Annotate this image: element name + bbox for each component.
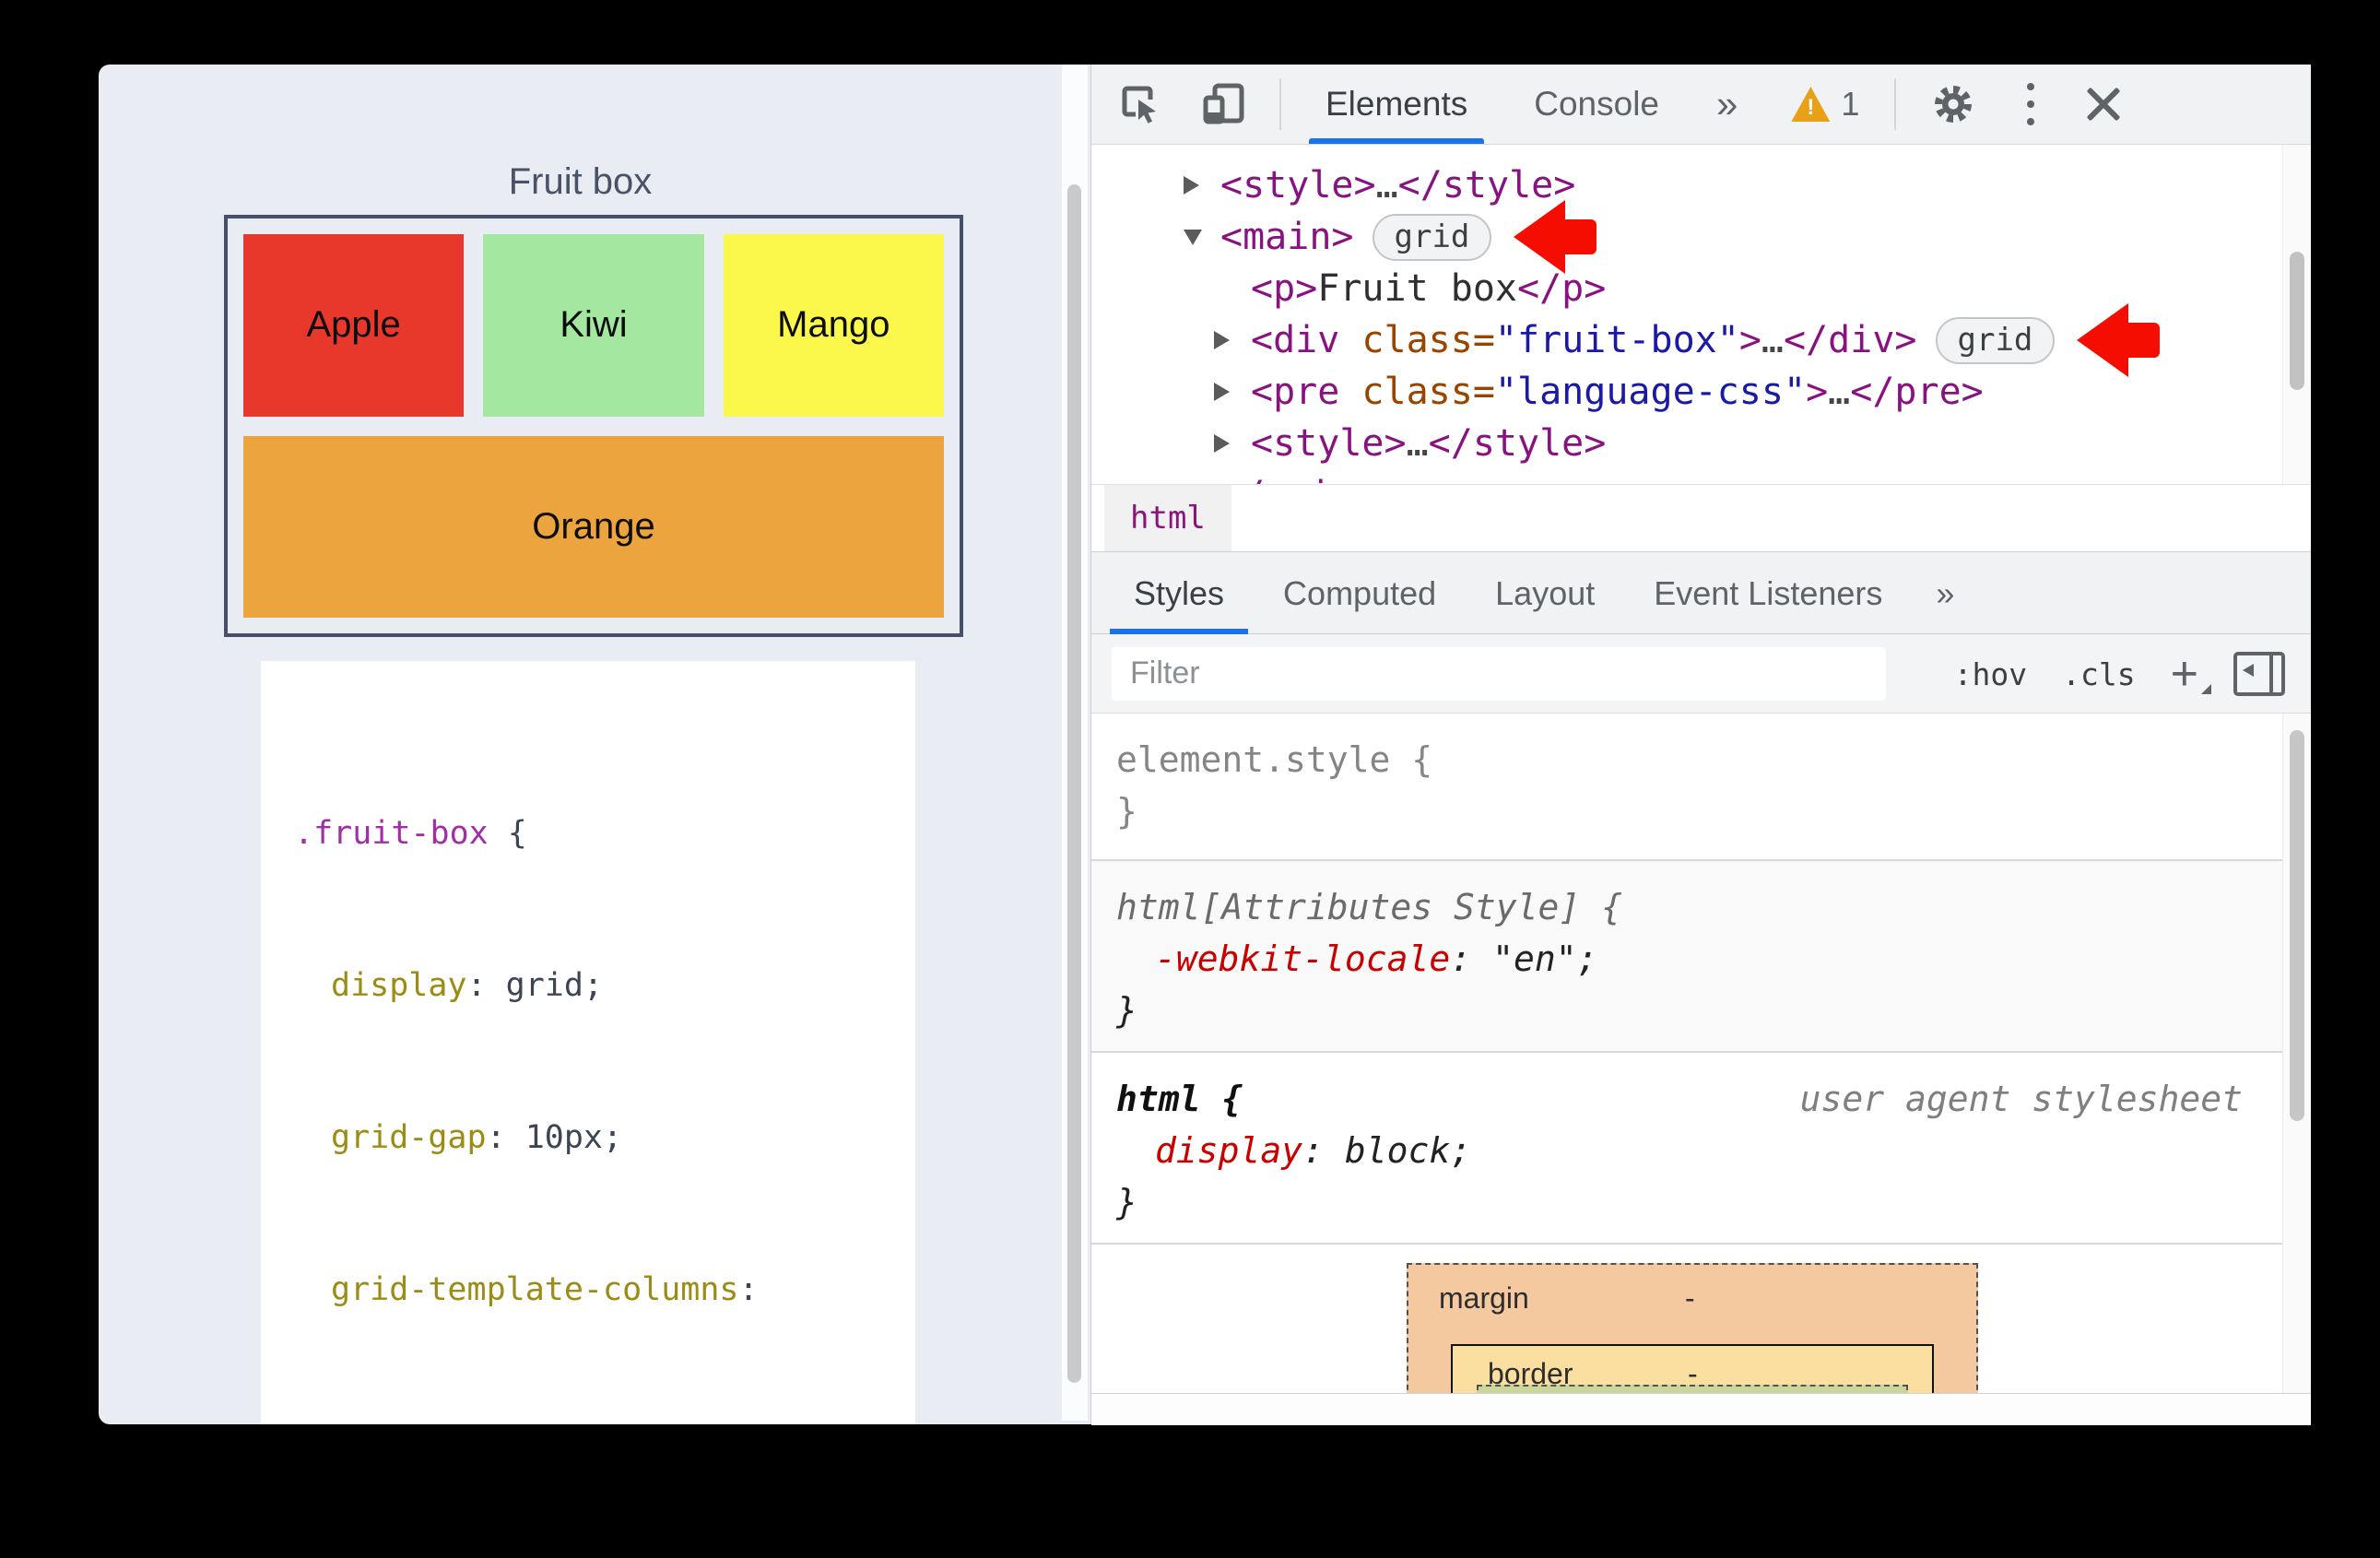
grid-badge-main[interactable]: grid: [1372, 213, 1492, 261]
warning-count: 1: [1841, 85, 1860, 123]
tab-event-listeners[interactable]: Event Listeners: [1648, 552, 1888, 634]
toggle-class-button[interactable]: .cls: [2062, 656, 2135, 692]
rule-attributes-style[interactable]: html[Attributes Style] { -webkit-locale:…: [1091, 861, 2283, 1053]
devtools-panel: Elements Console » ! 1 <style>…</style>: [1090, 65, 2311, 1425]
code-line: .fruit-box {: [294, 815, 527, 852]
dom-node-style-2[interactable]: <style>… </style>: [1091, 418, 2283, 469]
box-model-margin-value[interactable]: -: [1685, 1281, 1695, 1316]
page-scrollbar-thumb[interactable]: [1067, 184, 1081, 1383]
annotation-arrow-fruit-box: [2077, 303, 2161, 377]
code-line: grid-template-columns:: [331, 1271, 759, 1308]
devtools-toolbar: Elements Console » ! 1: [1091, 65, 2311, 145]
code-line: display: grid;: [331, 967, 604, 1004]
annotation-arrow-main: [1514, 200, 1597, 274]
screenshot-stage: Fruit box Apple Kiwi Mango Orange .fruit…: [0, 0, 2380, 1558]
box-model-padding[interactable]: [1477, 1385, 1908, 1393]
warning-badge[interactable]: ! 1: [1791, 85, 1859, 124]
inspect-element-icon[interactable]: [1119, 83, 1161, 125]
new-style-rule-button[interactable]: +: [2171, 650, 2212, 698]
toggle-hover-state-button[interactable]: :hov: [1954, 656, 2027, 692]
css-declaration[interactable]: display: block;: [1116, 1125, 2283, 1176]
sidebar-tabs: Styles Computed Layout Event Listeners »: [1091, 552, 2311, 634]
toolbar-divider: [1894, 78, 1897, 130]
expand-arrow-icon[interactable]: [1184, 176, 1220, 195]
expand-arrow-icon[interactable]: [1214, 434, 1251, 453]
more-sidebar-tabs-icon[interactable]: »: [1930, 552, 1960, 634]
tab-console[interactable]: Console: [1514, 65, 1679, 144]
styles-horizontal-scroll-gutter: [1091, 1393, 2311, 1425]
dom-node-fruit-box-div[interactable]: <div class= "fruit-box" >… </div> grid: [1091, 303, 2283, 377]
expand-arrow-icon[interactable]: [1214, 383, 1251, 401]
rendered-page-panel: Fruit box Apple Kiwi Mango Orange .fruit…: [99, 65, 1090, 1424]
rule-selector: html[Attributes Style] {: [1116, 887, 1623, 927]
fruit-box-grid: Apple Kiwi Mango Orange: [224, 215, 963, 637]
rule-close-brace: }: [1116, 990, 1137, 1031]
css-code-block: .fruit-box { display: grid; grid-gap: 10…: [261, 661, 915, 1424]
dom-tree: <style>… </style> <main> grid <p> Fruit box…: [1091, 145, 2283, 484]
more-tabs-icon[interactable]: »: [1716, 82, 1738, 126]
dom-node-style-1[interactable]: <style>… </style>: [1091, 159, 2283, 211]
warning-icon: !: [1791, 87, 1831, 122]
rule-element-style[interactable]: element.style { }: [1091, 714, 2283, 861]
settings-gear-icon[interactable]: [1931, 82, 1975, 126]
dom-tree-scrollbar-thumb[interactable]: [2290, 252, 2304, 390]
rule-close-brace: }: [1116, 791, 1137, 832]
fruit-cell-mango: Mango: [723, 234, 944, 417]
tab-styles[interactable]: Styles: [1109, 552, 1249, 634]
collapse-arrow-icon[interactable]: [1184, 229, 1220, 245]
page-scrollbar-track: [1061, 65, 1088, 1421]
rule-selector-row: user agent stylesheet html {: [1116, 1073, 2283, 1125]
page-title: Fruit box: [508, 161, 653, 202]
styles-filter-row: :hov .cls +: [1091, 634, 2311, 714]
close-icon[interactable]: [2084, 85, 2123, 124]
device-toolbar-icon[interactable]: [1202, 82, 1246, 126]
expand-arrow-icon[interactable]: [1214, 331, 1251, 349]
collapse-panel-icon[interactable]: [2233, 652, 2285, 696]
styles-filter-input[interactable]: [1112, 646, 1886, 701]
toolbar-divider: [1279, 78, 1281, 130]
box-model-border[interactable]: border -: [1451, 1344, 1934, 1393]
styles-scrollbar-thumb[interactable]: [2290, 730, 2304, 1121]
kebab-menu-icon[interactable]: [2027, 83, 2035, 125]
dom-node-main-close[interactable]: </main>: [1091, 469, 2283, 484]
fruit-cell-apple: Apple: [243, 234, 465, 417]
rule-close-brace: }: [1116, 1182, 1137, 1222]
box-model-margin-label: margin: [1439, 1281, 1529, 1315]
grid-badge-fruit-box[interactable]: grid: [1935, 316, 2056, 364]
tab-layout[interactable]: Layout: [1490, 552, 1600, 634]
code-line: [left] 1fr: [294, 1417, 915, 1424]
stylesheet-origin: user agent stylesheet: [1799, 1079, 2243, 1119]
styles-pane: element.style { } html[Attributes Style]…: [1091, 714, 2311, 1393]
code-line: grid-gap: 10px;: [331, 1119, 623, 1156]
breadcrumb: html: [1091, 484, 2311, 552]
styles-scrollbar-track: [2282, 714, 2311, 1393]
tab-computed[interactable]: Computed: [1278, 552, 1442, 634]
rule-selector[interactable]: element.style {: [1116, 734, 2283, 785]
rule-user-agent-html[interactable]: user agent stylesheet html { display: blo…: [1091, 1053, 2283, 1245]
tab-elements[interactable]: Elements: [1305, 65, 1488, 144]
dom-tree-scrollbar-track: [2282, 145, 2311, 484]
fruit-cell-orange: Orange: [243, 435, 944, 618]
dom-node-main[interactable]: <main> grid: [1091, 200, 2283, 274]
fruit-cell-kiwi: Kiwi: [483, 234, 704, 417]
breadcrumb-item-html[interactable]: html: [1104, 485, 1231, 551]
css-declaration[interactable]: -webkit-locale: "en";: [1116, 933, 2283, 985]
box-model-margin[interactable]: margin - border -: [1407, 1263, 1978, 1393]
